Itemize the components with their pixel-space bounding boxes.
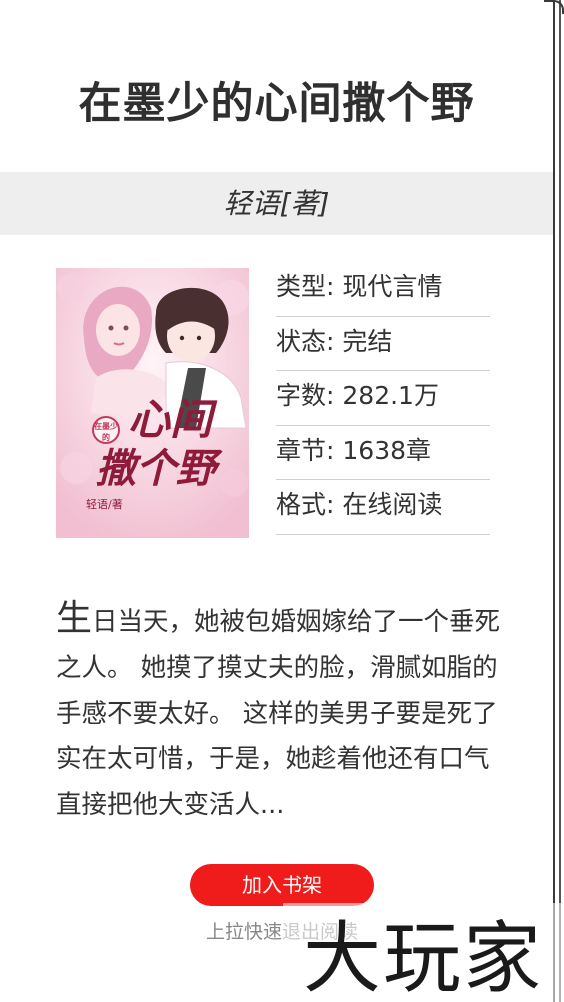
book-summary: 生日当天，她被包婚姻嫁给了一个垂死之人。 她摸了摸丈夫的脸，滑腻如脂的手感不要太…: [56, 600, 506, 829]
book-cover-image[interactable]: 在墨少的 心间 撒个野 轻语/著: [56, 268, 249, 538]
book-detail-page: 在墨少的心间撒个野 轻语[著] 在墨少的 心间 撒个野 轻语/著 类型: 现代言…: [0, 0, 553, 1002]
page-edge-divider: [553, 0, 555, 1002]
meta-format: 格式: 在线阅读: [276, 480, 490, 535]
cover-lettering-line2: 撒个野: [96, 445, 216, 492]
summary-text: 日当天，她被包婚姻嫁给了一个垂死之人。 她摸了摸丈夫的脸，滑腻如脂的手感不要太好…: [56, 607, 501, 821]
book-meta-list: 类型: 现代言情 状态: 完结 字数: 282.1万 章节: 1638章 格式:…: [276, 262, 490, 535]
meta-value: 现代言情: [342, 272, 443, 301]
cover-badge: 在墨少的: [92, 416, 120, 444]
page-edge-divider: [559, 0, 561, 1002]
add-to-shelf-button[interactable]: 加入书架: [190, 864, 374, 906]
meta-label: 字数:: [276, 381, 335, 410]
meta-value: 1638章: [342, 435, 432, 465]
page-curl-corner: [544, 0, 564, 14]
meta-label: 类型:: [276, 272, 335, 301]
meta-value: 完结: [342, 326, 393, 356]
meta-label: 章节:: [276, 435, 335, 465]
meta-status: 状态: 完结: [276, 317, 490, 371]
cover-lettering-line1: 心间: [128, 395, 213, 444]
meta-genre: 类型: 现代言情: [276, 262, 490, 317]
watermark-logo: 大玩家: [283, 903, 564, 1002]
meta-label: 状态:: [276, 326, 335, 356]
meta-value: 在线阅读: [342, 490, 443, 519]
meta-value: 282.1万: [342, 381, 439, 410]
meta-label: 格式:: [276, 490, 335, 519]
book-title: 在墨少的心间撒个野: [78, 79, 475, 129]
watermark-text: 大玩家: [303, 914, 543, 1002]
meta-word-count: 字数: 282.1万: [276, 371, 490, 426]
cover-author-mark: 轻语/著: [86, 498, 123, 511]
summary-drop-char: 生: [56, 598, 93, 639]
meta-chapters: 章节: 1638章: [276, 426, 490, 480]
author-bar[interactable]: 轻语[著]: [0, 172, 553, 235]
